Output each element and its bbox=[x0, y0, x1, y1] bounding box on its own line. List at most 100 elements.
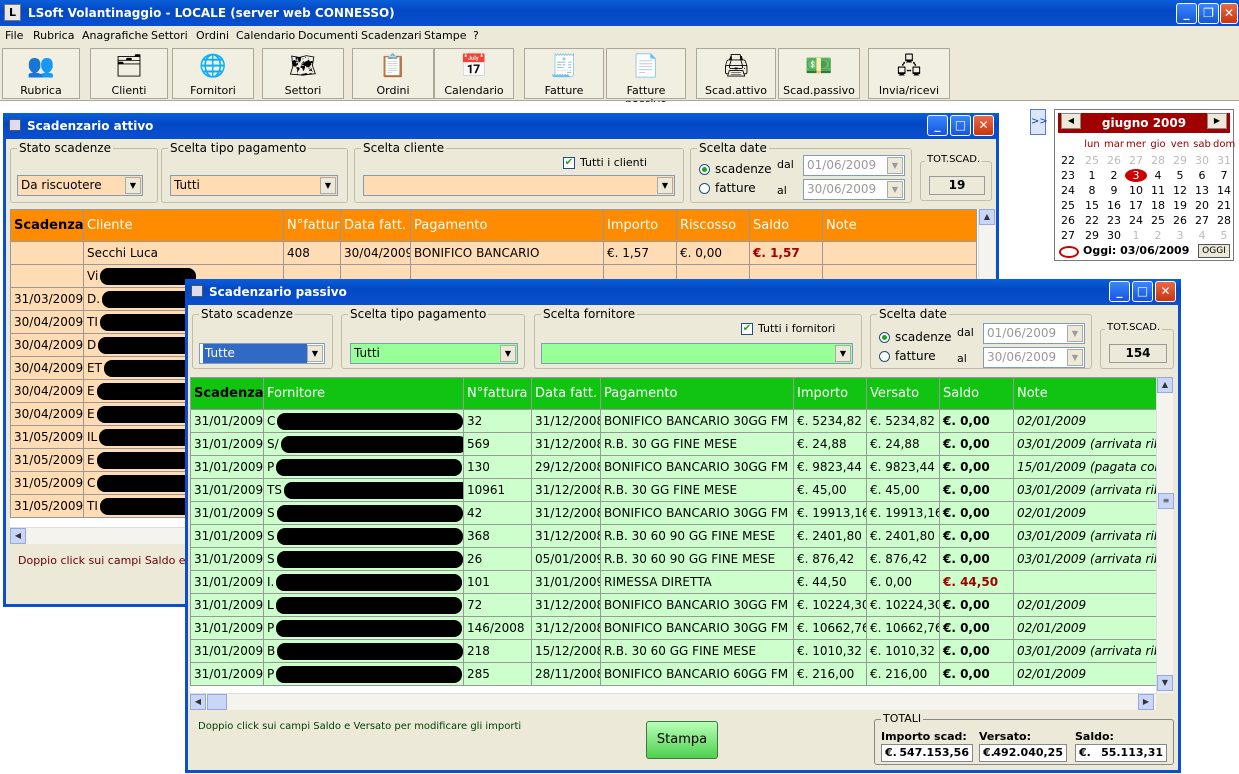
maximize-button[interactable]: □ bbox=[1132, 281, 1153, 302]
menu-file[interactable]: File bbox=[5, 29, 23, 42]
next-month-icon[interactable]: ▶ bbox=[1207, 113, 1227, 129]
toolbar-scad-attivo-button[interactable]: 🖨 Scad.attivo bbox=[696, 48, 776, 99]
table-row[interactable]: 31/01/2009 TS 10961 31/12/2008 R.B. 30 GG FI… bbox=[190, 478, 1156, 502]
column-header[interactable]: Saldo bbox=[939, 377, 1014, 410]
table-cell[interactable]: 31/12/2008 bbox=[531, 501, 601, 525]
table-cell[interactable]: S/ bbox=[263, 432, 464, 456]
column-header[interactable]: Data fatt. bbox=[531, 377, 601, 410]
passivo-vertical-scrollbar[interactable]: ▲ ≡ ▼ bbox=[1156, 377, 1174, 693]
maximize-button[interactable]: ❐ bbox=[1198, 3, 1219, 24]
table-cell[interactable]: €. 0,00 bbox=[866, 570, 940, 594]
table-cell[interactable]: 31/01/2009 bbox=[190, 593, 264, 617]
calendar-day[interactable]: 13 bbox=[1191, 184, 1213, 197]
toolbar-invia-ricevi-button[interactable]: 🖧 Invia/ricevi bbox=[868, 48, 950, 99]
table-cell[interactable]: P bbox=[263, 662, 464, 686]
calendar-day[interactable]: 8 bbox=[1081, 184, 1103, 197]
table-cell[interactable]: €. 44,50 bbox=[939, 570, 1014, 594]
scroll-thumb[interactable] bbox=[207, 694, 227, 710]
stato-scadenze-select[interactable]: Da riscuotere ▼ bbox=[17, 175, 143, 196]
table-cell[interactable]: 31/01/2009 bbox=[190, 639, 264, 663]
table-cell[interactable]: 218 bbox=[463, 639, 532, 663]
table-cell[interactable]: 31/12/2008 bbox=[531, 593, 601, 617]
calendar-day[interactable]: 19 bbox=[1169, 199, 1191, 212]
toolbar-calendario-button[interactable]: 📅 Calendario bbox=[434, 48, 514, 99]
table-cell[interactable]: 30/04/2009 bbox=[340, 241, 411, 265]
calendar-day[interactable]: 9 bbox=[1103, 184, 1125, 197]
table-cell[interactable]: 28/11/2008 bbox=[531, 662, 601, 686]
column-header[interactable]: Data fatt. bbox=[340, 209, 411, 242]
table-cell[interactable]: 02/01/2009 bbox=[1013, 593, 1156, 617]
calendar-day[interactable]: 14 bbox=[1213, 184, 1235, 197]
table-cell[interactable]: €. 1,57 bbox=[749, 241, 823, 265]
table-cell[interactable]: 31/01/2009 bbox=[190, 501, 264, 525]
table-row[interactable]: 31/01/2009 I. 101 31/01/2009 RIMESSA DIRETTA… bbox=[190, 570, 1156, 594]
column-header[interactable]: Scadenza bbox=[10, 209, 84, 242]
scadenze-radio[interactable] bbox=[879, 332, 890, 343]
table-cell[interactable]: 31/12/2008 bbox=[531, 432, 601, 456]
minimize-button[interactable]: _ bbox=[1176, 3, 1197, 24]
table-cell[interactable]: 569 bbox=[463, 432, 532, 456]
table-cell[interactable]: 31/01/2009 bbox=[190, 662, 264, 686]
table-row[interactable]: 31/01/2009 S 26 05/01/2009 R.B. 30 60 90 GG … bbox=[190, 547, 1156, 571]
table-row[interactable]: 31/01/2009 L 72 31/12/2008 BONIFICO BANCARIO… bbox=[190, 593, 1156, 617]
table-cell[interactable]: B bbox=[263, 639, 464, 663]
toolbar-fatture-button[interactable]: 🧾 Fatture bbox=[524, 48, 604, 99]
table-cell[interactable]: €. 24,88 bbox=[866, 432, 940, 456]
column-header[interactable]: Pagamento bbox=[600, 377, 794, 410]
table-cell[interactable]: BONIFICO BANCARIO 60GG FM bbox=[600, 662, 794, 686]
table-cell[interactable]: BONIFICO BANCARIO 30GG FM bbox=[600, 616, 794, 640]
table-cell[interactable]: €. 0,00 bbox=[939, 547, 1014, 571]
table-cell[interactable]: 10961 bbox=[463, 478, 532, 502]
calendar-day[interactable]: 30 bbox=[1191, 154, 1213, 167]
table-cell[interactable]: 31/05/2009 bbox=[10, 448, 84, 472]
calendar-day[interactable]: 11 bbox=[1147, 184, 1169, 197]
table-cell[interactable] bbox=[822, 241, 977, 265]
table-cell[interactable]: 146/2008 bbox=[463, 616, 532, 640]
calendar-day[interactable]: 27 bbox=[1191, 214, 1213, 227]
menu-help[interactable]: ? bbox=[473, 29, 479, 42]
table-cell[interactable]: S bbox=[263, 524, 464, 548]
table-cell[interactable]: €. 19913,16 bbox=[866, 501, 940, 525]
toolbar-rubrica-button[interactable]: 👥 Rubrica bbox=[2, 48, 80, 99]
table-row[interactable]: 31/01/2009 P 130 29/12/2008 BONIFICO BANCARI… bbox=[190, 455, 1156, 479]
menu-calendario[interactable]: Calendario bbox=[236, 29, 295, 42]
table-cell[interactable]: €. 1010,32 bbox=[793, 639, 867, 663]
table-cell[interactable] bbox=[10, 264, 84, 288]
table-cell[interactable]: €. 45,00 bbox=[793, 478, 867, 502]
column-header[interactable]: Importo bbox=[793, 377, 867, 410]
date-al-picker[interactable]: 30/06/2009 ▼ bbox=[983, 347, 1085, 368]
attivo-horizontal-scrollbar[interactable]: ◀ bbox=[10, 527, 190, 544]
calendar-day[interactable]: 10 bbox=[1125, 184, 1147, 197]
table-cell[interactable]: 03/01/2009 (arrivata riba) bbox=[1013, 432, 1156, 456]
column-header[interactable]: Scadenza bbox=[190, 377, 264, 410]
calendar-day[interactable]: 25 bbox=[1081, 154, 1103, 167]
table-cell[interactable]: 31/01/2009 bbox=[531, 570, 601, 594]
table-cell[interactable]: €. 0,00 bbox=[939, 478, 1014, 502]
table-cell[interactable]: 408 bbox=[283, 241, 341, 265]
table-cell[interactable]: 368 bbox=[463, 524, 532, 548]
column-header[interactable]: Importo bbox=[603, 209, 677, 242]
calendar-day[interactable]: 26 bbox=[1169, 214, 1191, 227]
table-cell[interactable]: 02/01/2009 bbox=[1013, 662, 1156, 686]
calendar-day[interactable]: 15 bbox=[1081, 199, 1103, 212]
table-cell[interactable]: 31/12/2008 bbox=[531, 409, 601, 433]
table-cell[interactable]: €. 0,00 bbox=[939, 455, 1014, 479]
calendar-day[interactable]: 3 bbox=[1125, 169, 1147, 182]
tutti-clienti-checkbox[interactable]: ✔ bbox=[563, 157, 575, 169]
table-cell[interactable]: €. 0,00 bbox=[939, 616, 1014, 640]
table-cell[interactable]: BONIFICO BANCARIO bbox=[410, 241, 604, 265]
table-cell[interactable]: 03/01/2009 (arrivata riba) bbox=[1013, 639, 1156, 663]
calendar-day[interactable]: 3 bbox=[1169, 229, 1191, 242]
table-cell[interactable]: €. 9823,44 bbox=[866, 455, 940, 479]
table-cell[interactable]: C bbox=[263, 409, 464, 433]
table-cell[interactable]: €. 10224,30 bbox=[866, 593, 940, 617]
table-cell[interactable]: 30/04/2009 bbox=[10, 356, 84, 380]
calendar-day[interactable]: 28 bbox=[1213, 214, 1235, 227]
table-cell[interactable]: 32 bbox=[463, 409, 532, 433]
table-cell[interactable]: I. bbox=[263, 570, 464, 594]
table-cell[interactable]: 31/05/2009 bbox=[10, 425, 84, 449]
calendar-day[interactable]: 5 bbox=[1169, 169, 1191, 182]
column-header[interactable]: Versato bbox=[866, 377, 940, 410]
toolbar-clienti-button[interactable]: 🗂 Clienti bbox=[90, 48, 168, 99]
table-cell[interactable]: €. 0,00 bbox=[939, 524, 1014, 548]
